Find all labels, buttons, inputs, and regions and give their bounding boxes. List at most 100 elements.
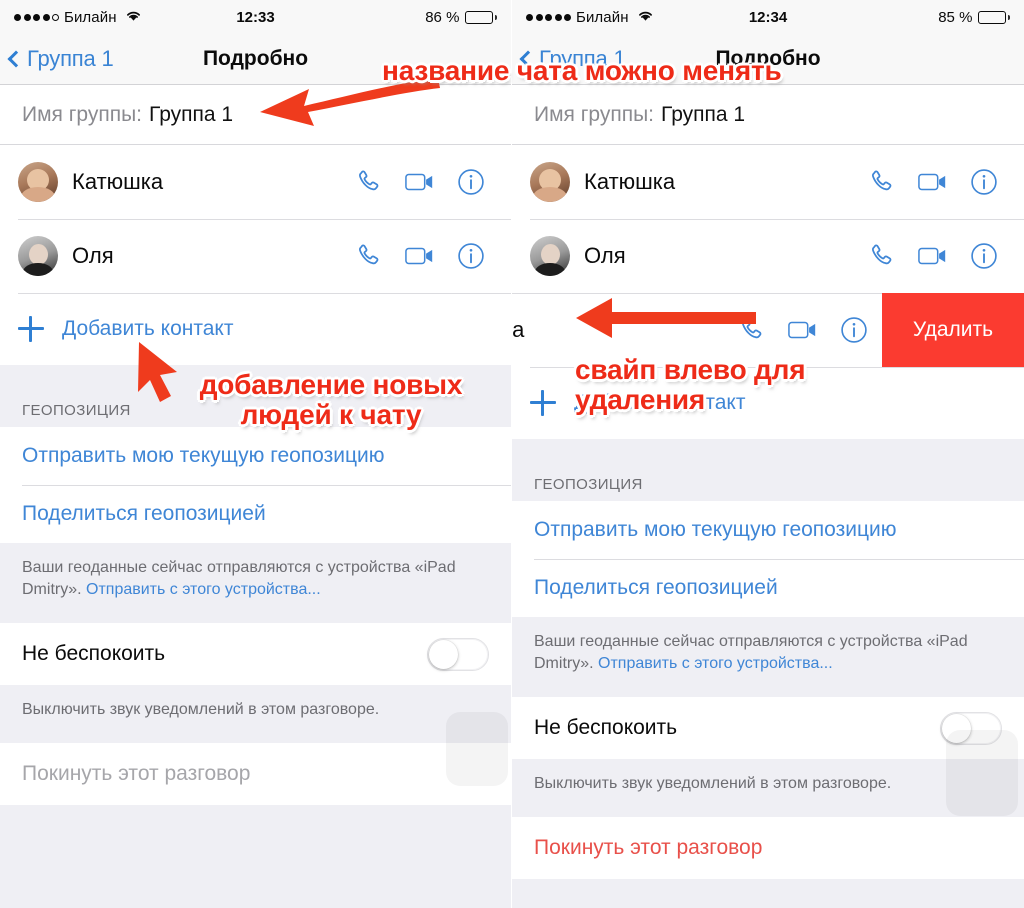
send-current-location-row[interactable]: Отправить мою текущую геопозицию xyxy=(0,427,511,485)
avatar-katyushka xyxy=(18,162,58,202)
status-bar-left: Билайн 12:33 86 % xyxy=(0,0,511,34)
annotation-add-people: добавление новых людей к чату xyxy=(166,369,496,430)
status-left-group: Билайн xyxy=(14,9,142,26)
phone-icon[interactable] xyxy=(868,242,896,270)
toggle-knob xyxy=(942,713,971,743)
wifi-icon xyxy=(637,9,654,26)
video-camera-icon[interactable] xyxy=(405,244,435,268)
contact-row-katyushka[interactable]: Катюшка xyxy=(512,145,1024,219)
battery-icon xyxy=(465,10,497,24)
contact-actions xyxy=(868,242,998,270)
back-button-label: Группа 1 xyxy=(27,46,114,71)
section-spacer xyxy=(512,439,1024,463)
back-button[interactable]: Группа 1 xyxy=(7,46,114,72)
leave-conversation-row[interactable]: Покинуть этот разговор xyxy=(512,817,1024,880)
phone-icon[interactable] xyxy=(868,168,896,196)
phone-screen-right: Билайн 12:34 85 % Группа 1 Подробно Имя … xyxy=(512,0,1024,908)
leave-conversation-row[interactable]: Покинуть этот разговор xyxy=(0,743,511,806)
panel-body-right: Имя группы: Группа 1 Катюшка Оля а Удали… xyxy=(512,85,1024,908)
send-from-this-device-link[interactable]: Отправить с этого устройства... xyxy=(598,655,833,672)
do-not-disturb-footnote: Выключить звук уведомлений в этом разгов… xyxy=(512,759,1024,818)
signal-dot xyxy=(554,13,562,21)
avatar-katyushka xyxy=(530,162,570,202)
do-not-disturb-label: Не беспокоить xyxy=(534,716,678,740)
share-location-row[interactable]: Поделиться геопозицией xyxy=(0,485,511,543)
signal-dot-empty xyxy=(52,13,59,21)
do-not-disturb-label: Не беспокоить xyxy=(22,642,166,666)
signal-dot xyxy=(564,13,571,21)
annotation-title-editable: название чата можно менять xyxy=(382,55,783,86)
annotation-add-people-line1: добавление новых xyxy=(199,369,463,400)
annotation-swipe-delete-line2: удаления xyxy=(575,383,706,415)
signal-strength-dots xyxy=(14,13,59,21)
plus-icon xyxy=(18,316,44,342)
video-camera-icon[interactable] xyxy=(405,170,435,194)
plus-icon xyxy=(530,390,556,416)
info-icon[interactable] xyxy=(457,242,485,270)
group-name-label: Имя группы: xyxy=(22,103,143,126)
add-contact-label: Добавить контакт xyxy=(62,317,234,340)
signal-strength-dots xyxy=(526,13,571,21)
contact-row-katyushka[interactable]: Катюшка xyxy=(0,145,511,219)
group-name-row[interactable]: Имя группы: Группа 1 xyxy=(0,85,511,145)
avatar-olya xyxy=(530,236,570,276)
annotation-swipe-delete: свайп влево для удаления xyxy=(575,354,875,415)
battery-percent-label: 86 % xyxy=(425,8,460,26)
send-current-location-row[interactable]: Отправить мою текущую геопозицию xyxy=(512,501,1024,559)
contact-row-olya[interactable]: Оля xyxy=(0,219,511,293)
battery-percent-label: 85 % xyxy=(938,8,973,26)
signal-dot xyxy=(23,13,31,21)
video-camera-icon[interactable] xyxy=(788,318,818,342)
bottom-filler xyxy=(0,805,511,908)
do-not-disturb-toggle[interactable] xyxy=(427,637,489,671)
info-icon[interactable] xyxy=(970,242,998,270)
annotation-add-people-line2: людей к чату xyxy=(240,398,422,430)
contact-actions xyxy=(355,242,485,270)
contact-name: Катюшка xyxy=(584,169,676,194)
dual-screenshot-comparison: Билайн 12:33 86 % Группа 1 Подробно Имя … xyxy=(0,0,1024,908)
contact-row-olya[interactable]: Оля xyxy=(512,219,1024,293)
status-right-group: 86 % xyxy=(425,9,497,26)
location-footnote: Ваши геоданные сейчас отправляются с уст… xyxy=(0,543,511,624)
info-icon[interactable] xyxy=(970,168,998,196)
delete-button[interactable]: Удалить xyxy=(882,293,1024,367)
toggle-knob xyxy=(429,639,458,669)
send-from-this-device-link[interactable]: Отправить с этого устройства... xyxy=(86,581,321,598)
swiped-contact-actions xyxy=(738,316,868,344)
do-not-disturb-footnote: Выключить звук уведомлений в этом разгов… xyxy=(0,685,511,744)
chevron-left-icon xyxy=(7,50,25,68)
phone-icon[interactable] xyxy=(355,242,383,270)
group-name-value: Группа 1 xyxy=(149,103,234,126)
group-name-row[interactable]: Имя группы: Группа 1 xyxy=(512,85,1024,145)
signal-dot xyxy=(545,13,552,21)
annotation-swipe-delete-line1: свайп влево для xyxy=(575,354,807,385)
wifi-icon xyxy=(125,9,142,26)
group-name-label: Имя группы: xyxy=(534,103,655,126)
info-icon[interactable] xyxy=(840,316,868,344)
status-left-group: Билайн xyxy=(526,9,654,26)
signal-dot xyxy=(42,13,50,21)
bottom-filler xyxy=(512,879,1024,908)
video-camera-icon[interactable] xyxy=(918,170,948,194)
carrier-label: Билайн xyxy=(576,8,629,26)
avatar-olya xyxy=(18,236,58,276)
signal-dot xyxy=(535,13,543,21)
share-location-row[interactable]: Поделиться геопозицией xyxy=(512,559,1024,617)
location-footnote: Ваши геоданные сейчас отправляются с уст… xyxy=(512,617,1024,698)
signal-dot xyxy=(526,13,533,21)
contact-actions xyxy=(868,168,998,196)
do-not-disturb-row[interactable]: Не беспокоить xyxy=(0,623,511,686)
contact-name: Катюшка xyxy=(72,169,164,194)
video-camera-icon[interactable] xyxy=(918,244,948,268)
phone-icon[interactable] xyxy=(355,168,383,196)
add-contact-row[interactable]: Добавить контакт xyxy=(0,293,511,365)
status-right-group: 85 % xyxy=(938,9,1010,26)
location-section-header: ГЕОПОЗИЦИЯ xyxy=(512,463,1024,501)
carrier-label: Билайн xyxy=(64,8,117,26)
info-icon[interactable] xyxy=(457,168,485,196)
phone-icon[interactable] xyxy=(738,316,766,344)
do-not-disturb-toggle[interactable] xyxy=(940,711,1002,745)
battery-icon xyxy=(978,10,1010,24)
signal-dot xyxy=(33,13,40,21)
do-not-disturb-row[interactable]: Не беспокоить xyxy=(512,697,1024,760)
